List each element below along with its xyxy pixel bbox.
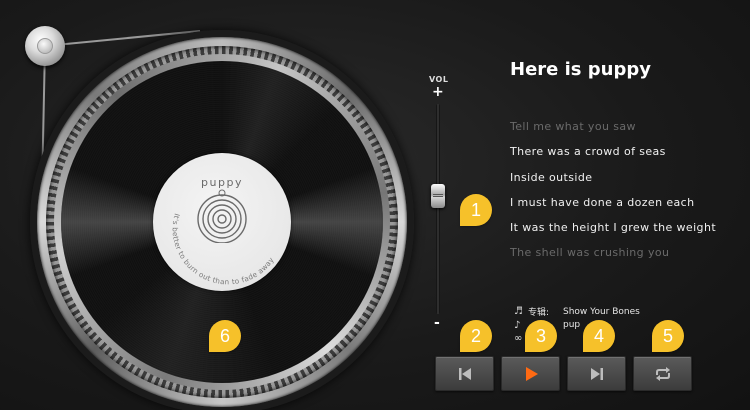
lyric-line: It was the height I grew the weight — [510, 221, 717, 235]
meta-album-row: ♬ 专辑: Show Your Bones — [514, 305, 640, 319]
volume-label: VOL — [429, 75, 449, 84]
lyrics-panel: Tell me what you saw There was a crowd o… — [510, 120, 716, 272]
prev-button[interactable] — [435, 356, 494, 391]
lyric-line: Inside outside — [510, 170, 593, 184]
svg-text:It's better to burn out than t: It's better to burn out than to fade awa… — [171, 212, 276, 286]
next-icon — [590, 367, 603, 380]
lyric-line: The shell was crushing you — [510, 246, 670, 260]
callout-badge-6: 6 — [209, 320, 241, 352]
callout-badge-1: 1 — [460, 194, 492, 226]
lyric-line: Tell me what you saw — [510, 120, 636, 133]
callout-badge-2: 2 — [460, 320, 492, 352]
volume-minus-button[interactable]: - — [434, 316, 440, 330]
record-label: puppy It's better to burn out than to fa… — [153, 153, 291, 291]
repeat-icon — [655, 366, 670, 381]
play-icon — [525, 366, 538, 381]
record-motto: It's better to burn out than to fade awa… — [171, 212, 276, 286]
callout-badge-4: 4 — [583, 320, 615, 352]
meta-artist-value: pup — [563, 320, 581, 331]
volume-track[interactable] — [436, 104, 440, 314]
play-button[interactable] — [501, 356, 560, 391]
lyric-line: There was a crowd of seas — [510, 145, 666, 159]
callout-badge-3: 3 — [525, 320, 557, 352]
turntable: puppy It's better to burn out than to fa… — [30, 30, 414, 410]
previous-icon — [458, 367, 471, 380]
lyric-line: I must have done a dozen each — [510, 195, 695, 209]
callout-badge-5: 5 — [652, 320, 684, 352]
music-note-icon: ♬ — [514, 306, 523, 318]
meta-album-value: Show Your Bones — [563, 306, 640, 317]
repeat-button[interactable] — [633, 356, 692, 391]
meta-album-label: 专辑: — [528, 308, 550, 319]
volume-slider-thumb[interactable] — [431, 183, 445, 208]
song-title: Here is puppy — [510, 59, 651, 80]
tonearm-knob[interactable] — [25, 26, 65, 66]
next-button[interactable] — [567, 356, 626, 391]
tonearm-knob-center — [37, 38, 53, 54]
volume-plus-button[interactable]: + — [432, 85, 444, 99]
